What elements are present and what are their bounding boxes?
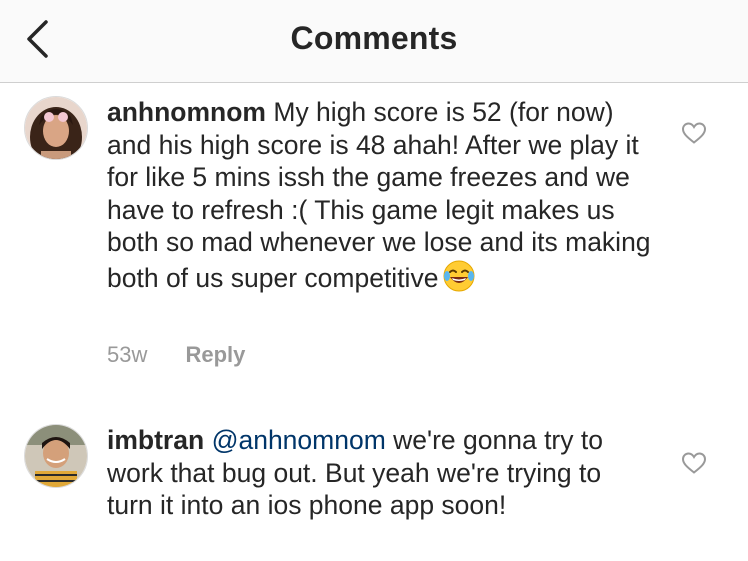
comment-meta: 53w Reply xyxy=(107,342,245,368)
heart-outline-icon xyxy=(681,452,707,474)
heart-outline-icon xyxy=(681,122,707,144)
comment-timestamp: 53w xyxy=(107,342,148,367)
comment-username[interactable]: anhnomnom xyxy=(107,97,266,127)
like-button[interactable] xyxy=(681,451,707,475)
comment-text: anhnomnom My high score is 52 (for now) … xyxy=(107,96,652,300)
page-title: Comments xyxy=(290,20,458,56)
avatar[interactable] xyxy=(24,424,88,488)
reply-button[interactable]: Reply xyxy=(185,342,245,367)
avatar[interactable] xyxy=(24,96,88,160)
like-button[interactable] xyxy=(681,121,707,145)
top-bar: Comments xyxy=(0,0,748,83)
comment-username[interactable]: imbtran xyxy=(107,425,204,455)
comment-text: imbtran @anhnomnom we're gonna try to wo… xyxy=(107,424,652,522)
laughing-tears-emoji-icon xyxy=(442,259,476,301)
mention-link[interactable]: @anhnomnom xyxy=(212,425,386,455)
